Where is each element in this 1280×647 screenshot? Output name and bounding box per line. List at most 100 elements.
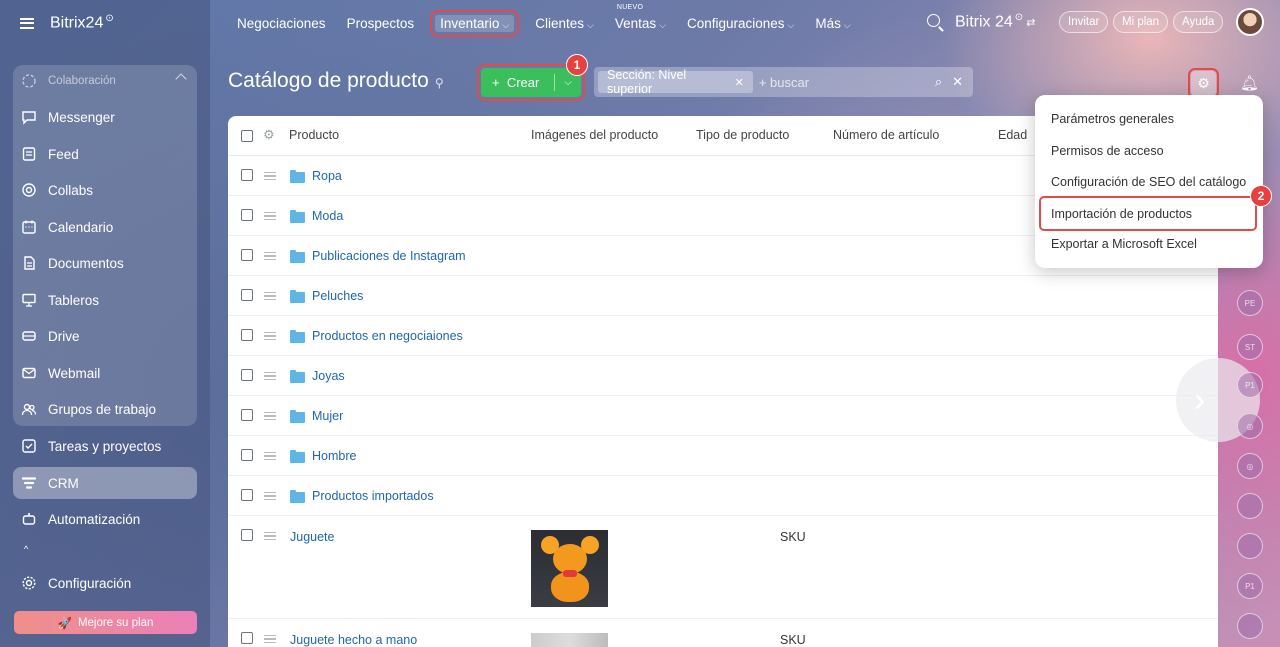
drag-handle-icon[interactable] — [264, 492, 276, 500]
folder-link[interactable]: Ropa — [312, 169, 342, 183]
drag-handle-icon[interactable] — [264, 372, 276, 380]
close-icon[interactable]: ✕ — [735, 76, 744, 89]
sidebar-item-drive[interactable]: Drive — [13, 320, 197, 352]
select-all-checkbox[interactable] — [241, 130, 253, 142]
upgrade-plan-button[interactable]: 🚀 Mejore su plan — [14, 611, 197, 634]
sidebar-item-settings[interactable]: Configuración — [13, 567, 197, 599]
drag-handle-icon[interactable] — [264, 212, 276, 220]
drag-handle-icon[interactable] — [264, 252, 276, 260]
drag-handle-icon[interactable] — [264, 532, 276, 540]
settings-gear-button[interactable]: ⚙ — [1188, 68, 1219, 99]
drag-handle-icon[interactable] — [264, 172, 276, 180]
product-link[interactable]: Juguete hecho a mano — [290, 633, 417, 647]
right-rail-chat-icon[interactable]: ◎ — [1237, 413, 1263, 439]
user-avatar[interactable] — [1236, 8, 1264, 36]
sidebar-item-crm[interactable]: CRM — [13, 467, 197, 499]
sidebar-item-workgroups[interactable]: Grupos de trabajo — [13, 393, 197, 425]
folder-link[interactable]: Hombre — [312, 449, 356, 463]
folder-link[interactable]: Publicaciones de Instagram — [312, 249, 466, 263]
bell-icon[interactable]: 🔔︎ — [1240, 74, 1259, 92]
chevron-down-icon[interactable]: ⌵ — [555, 77, 581, 88]
invite-button[interactable]: Invitar — [1059, 11, 1109, 33]
row-checkbox[interactable] — [241, 209, 253, 221]
sidebar-item-collabs[interactable]: Collabs — [13, 174, 197, 206]
drag-handle-icon[interactable] — [264, 452, 276, 460]
menu-item-inventario[interactable]: Inventario ⌵ — [430, 9, 520, 37]
menu-item-import-products[interactable]: Importación de productos — [1039, 196, 1257, 231]
sidebar-item-calendar[interactable]: Calendario — [13, 211, 197, 243]
filter-search-box[interactable]: Sección: Nivel superior ✕ ⌕ ✕ — [594, 67, 973, 97]
sidebar-item-automation[interactable]: Automatización — [13, 503, 197, 535]
bitrix24-brand[interactable]: Bitrix 24 ⊙ ⇄ — [955, 12, 1035, 31]
menu-item-general-parameters[interactable]: Parámetros generales — [1051, 112, 1174, 126]
row-checkbox[interactable] — [241, 632, 253, 644]
my-plan-button[interactable]: Mi plan — [1113, 11, 1169, 33]
menu-item-mas[interactable]: Más ⌵ — [815, 16, 850, 31]
product-image-teddy-bear[interactable] — [531, 530, 608, 607]
pin-icon[interactable]: ⚲ — [435, 76, 444, 90]
menu-burger-icon[interactable] — [20, 17, 34, 29]
table-row[interactable]: Peluches — [228, 276, 1218, 316]
table-row[interactable]: Productos en negociaiones — [228, 316, 1218, 356]
folder-link[interactable]: Mujer — [312, 409, 343, 423]
search-icon[interactable] — [927, 14, 940, 27]
clear-icon[interactable]: ✕ — [952, 74, 963, 90]
table-row[interactable]: Mujer — [228, 396, 1218, 436]
menu-item-ventas[interactable]: NUEVO Ventas ⌵ — [615, 4, 666, 31]
menu-item-access-permissions[interactable]: Permisos de acceso — [1051, 144, 1164, 158]
sidebar-item-tasks[interactable]: Tareas y proyectos — [13, 430, 197, 462]
right-rail-avatar[interactable]: PE — [1237, 290, 1263, 316]
menu-item-export-excel[interactable]: Exportar a Microsoft Excel — [1051, 237, 1197, 251]
row-checkbox[interactable] — [241, 169, 253, 181]
search-icon[interactable]: ⌕ — [935, 74, 942, 90]
drag-handle-icon[interactable] — [264, 412, 276, 420]
right-rail-avatar[interactable]: ST — [1237, 334, 1263, 360]
table-row[interactable]: Hombre — [228, 436, 1218, 476]
drag-handle-icon[interactable] — [264, 635, 276, 643]
folder-link[interactable]: Peluches — [312, 289, 363, 303]
right-rail-avatar[interactable]: P1 — [1237, 573, 1263, 599]
right-rail-chat-icon[interactable]: ◎ — [1237, 453, 1263, 479]
folder-link[interactable]: Productos en negociaiones — [312, 329, 463, 343]
table-row[interactable]: Productos importados — [228, 476, 1218, 516]
sidebar-item-documents[interactable]: Documentos — [13, 247, 197, 279]
row-checkbox[interactable] — [241, 249, 253, 261]
table-row[interactable]: Juguete hecho a mano SKU — [228, 619, 1218, 647]
filter-chip[interactable]: Sección: Nivel superior ✕ — [598, 68, 753, 96]
row-checkbox[interactable] — [241, 409, 253, 421]
product-link[interactable]: Juguete — [290, 530, 334, 544]
row-checkbox[interactable] — [241, 489, 253, 501]
column-settings-gear-icon[interactable]: ⚙ — [263, 127, 275, 143]
column-header-article-number[interactable]: Número de artículo — [833, 128, 939, 142]
folder-link[interactable]: Joyas — [312, 369, 345, 383]
column-header-type[interactable]: Tipo de producto — [696, 128, 789, 142]
drag-handle-icon[interactable] — [264, 332, 276, 340]
menu-item-configuraciones[interactable]: Configuraciones ⌵ — [687, 16, 794, 31]
drag-handle-icon[interactable] — [264, 292, 276, 300]
column-header-product[interactable]: Producto — [289, 128, 339, 142]
table-row[interactable]: Juguete SKU — [228, 516, 1218, 619]
column-header-age[interactable]: Edad — [998, 128, 1027, 142]
right-rail-avatar[interactable] — [1237, 493, 1263, 519]
brand-logo[interactable]: Bitrix24 ⊙ — [50, 13, 114, 32]
column-header-images[interactable]: Imágenes del producto — [531, 128, 658, 142]
help-button[interactable]: Ayuda — [1173, 11, 1224, 33]
sidebar-item-boards[interactable]: Tableros — [13, 284, 197, 316]
more-caret-icon[interactable]: ^ — [24, 544, 28, 554]
sidebar-section-collaboration[interactable]: Colaboración — [13, 65, 197, 97]
row-checkbox[interactable] — [241, 449, 253, 461]
menu-item-clientes[interactable]: Clientes ⌵ — [535, 16, 594, 31]
table-row[interactable]: Joyas — [228, 356, 1218, 396]
sidebar-item-webmail[interactable]: Webmail — [13, 357, 197, 389]
menu-item-seo-settings[interactable]: Configuración de SEO del catálogo — [1051, 175, 1246, 189]
sidebar-item-feed[interactable]: Feed — [13, 138, 197, 170]
right-rail-avatar[interactable]: P1 — [1237, 372, 1263, 398]
row-checkbox[interactable] — [241, 529, 253, 541]
right-rail-avatar[interactable] — [1237, 533, 1263, 559]
row-checkbox[interactable] — [241, 289, 253, 301]
row-checkbox[interactable] — [241, 369, 253, 381]
menu-item-negociaciones[interactable]: Negociaciones — [237, 16, 326, 31]
row-checkbox[interactable] — [241, 329, 253, 341]
search-input[interactable] — [758, 74, 935, 90]
product-image[interactable] — [531, 633, 608, 647]
